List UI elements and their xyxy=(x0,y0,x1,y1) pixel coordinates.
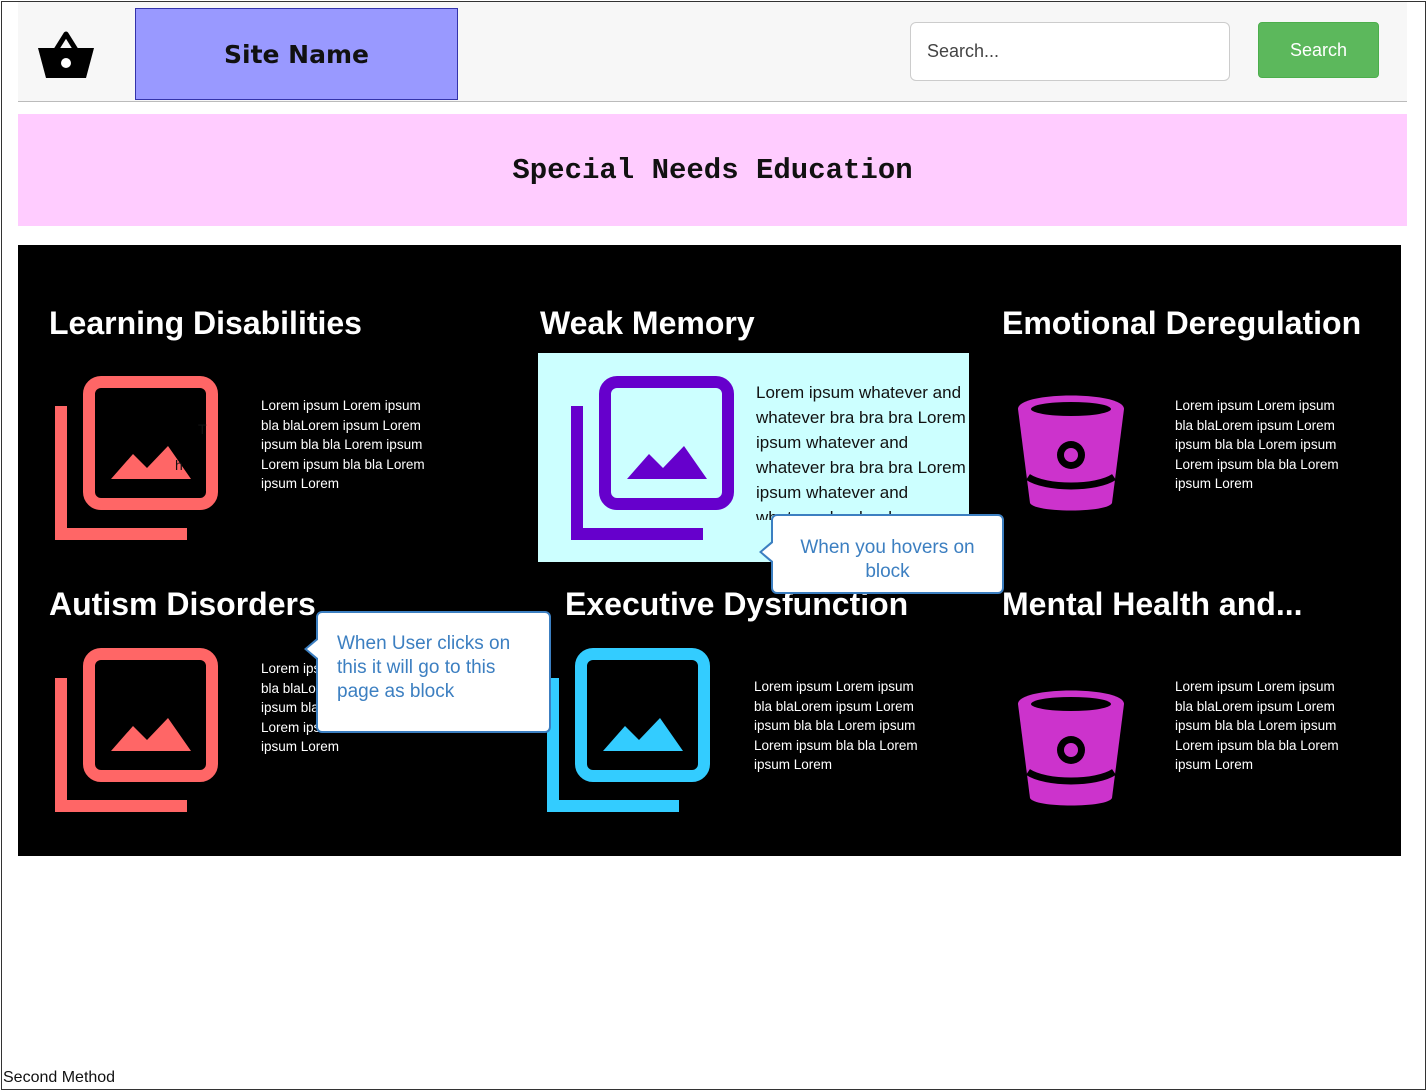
click-annotation-callout: When User clicks on this it will go to t… xyxy=(304,611,551,733)
card-title: Autism Disorders xyxy=(49,586,316,622)
page-banner: Special Needs Education xyxy=(18,114,1407,226)
search-input[interactable] xyxy=(910,22,1230,81)
card-description: Lorem ipsum Lorem ipsum bla blaLorem ips… xyxy=(754,679,918,772)
search-button[interactable]: Search xyxy=(1258,22,1379,78)
image-gallery-icon xyxy=(55,648,218,812)
category-grid: Learning Disabilities T h Lorem ipsum Lo… xyxy=(18,245,1401,856)
card-title: Learning Disabilities xyxy=(49,305,362,341)
card-description: Lorem ipsum whatever and whatever bra br… xyxy=(756,383,966,520)
card-description: Lorem ipsum Lorem ipsum bla blaLorem ips… xyxy=(261,398,425,491)
card-title: Emotional Deregulation xyxy=(1002,305,1362,341)
hover-annotation-callout: When you hovers on block xyxy=(759,514,1004,594)
card-description: Lorem ipsum Lorem ipsum bla blaLorem ips… xyxy=(1175,398,1339,491)
image-gallery-icon xyxy=(547,648,710,812)
image-gallery-icon xyxy=(571,376,734,540)
card-title: Weak Memory xyxy=(540,305,755,341)
bitbucket-icon xyxy=(1018,395,1124,511)
site-name-logo[interactable]: Site Name xyxy=(135,8,458,100)
basket-icon[interactable] xyxy=(36,28,96,80)
footer-label: Second Method xyxy=(3,1069,116,1086)
bitbucket-icon xyxy=(1018,690,1124,806)
card-title: Mental Health and... xyxy=(1002,586,1303,622)
image-gallery-icon xyxy=(55,376,218,540)
page-title: Special Needs Education xyxy=(512,153,913,187)
card-description: Lorem ipsum Lorem ipsum bla blaLorem ips… xyxy=(1175,679,1339,772)
